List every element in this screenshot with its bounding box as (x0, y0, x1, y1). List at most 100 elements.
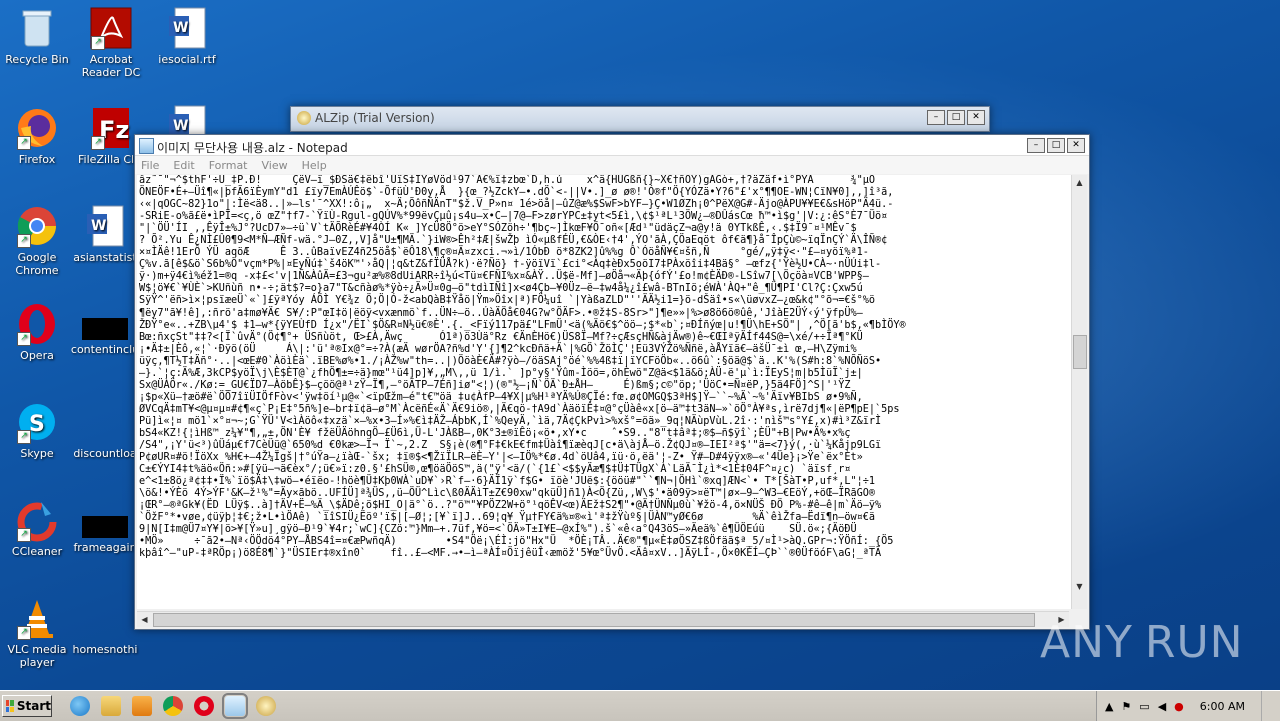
ccleaner-icon: ↗ (15, 498, 59, 542)
clock[interactable]: 6:00 AM (1200, 700, 1245, 713)
menu-edit[interactable]: Edit (173, 159, 194, 172)
internet-explorer-icon[interactable] (70, 696, 90, 716)
show-desktop-button[interactable] (1261, 691, 1272, 721)
desktop-icon-vlc[interactable]: ↗ VLC media player (0, 596, 74, 669)
close-button[interactable]: ✕ (1067, 138, 1085, 153)
text-line: –}.`¦ç:Ä%Æ,3kCP$yöÏ\j\È$ÈT@`¿fhÖ¶±=÷ä}mœ… (139, 367, 863, 379)
notepad-text-area[interactable]: âz˜¯"¬^$thF'÷Ü_‡P.Ð! ÇëV–ï_$ÐSä€‡ëbî'ÜïS… (137, 175, 1071, 609)
shortcut-arrow-icon: ↗ (17, 528, 31, 542)
word-document-icon: W (83, 204, 127, 248)
notepad-title: 이미지 무단사용 내용.alz - Notepad (157, 141, 348, 155)
firefox-icon: ↗ (15, 106, 59, 150)
media-player-icon[interactable] (132, 696, 152, 716)
taskbar: Start ▲ ⚑ ▭ ◀ ● 6:00 AM (0, 690, 1280, 721)
blank-document-icon (83, 400, 127, 444)
windows-flag-icon (6, 700, 14, 712)
volume-icon[interactable]: ◀ (1158, 700, 1166, 713)
notepad-menubar: File Edit Format View Help (135, 156, 1089, 174)
desktop-icon-asianstatist[interactable]: W asianstatist (68, 204, 142, 264)
notepad-icon (139, 138, 154, 154)
text-line: ¡$p«Xü–†æö#ë`ÖÖ7îïÜIÖfFòv<'ÿw‡öí¹µ@«`<ïp… (139, 391, 863, 403)
desktop-icon-contentinclu[interactable]: contentinclu (68, 318, 142, 356)
text-line: C±€ÝYI4‡t%äö«Öñ:»#[ÿü—¬ä€èx°/;ü€»ï:z0.§'… (139, 464, 851, 476)
flag-notification-icon[interactable]: ⚑ (1121, 700, 1131, 713)
maximize-button[interactable]: □ (947, 110, 965, 125)
watermark-text-right: RUN (1144, 616, 1244, 668)
menu-help[interactable]: Help (302, 159, 327, 172)
word-document-icon: W (165, 6, 209, 50)
menu-view[interactable]: View (262, 159, 288, 172)
file-explorer-icon[interactable] (101, 696, 121, 716)
text-line: Ç%v.ã[ê$&ö`S6b%Ö"vçm*P%|¤EyÑú‡`š4öK™'›åQ… (139, 259, 882, 271)
desktop-icon-frameagain[interactable]: frameagain (68, 516, 142, 554)
scroll-up-arrow-icon[interactable]: ▲ (1073, 176, 1086, 189)
desktop-icon-acrobat-reader[interactable]: ↗ Acrobat Reader DC (74, 6, 148, 79)
skype-icon: S ↗ (15, 400, 59, 444)
desktop-icon-recycle-bin[interactable]: Recycle Bin (0, 6, 74, 66)
notepad-titlebar[interactable]: 이미지 무단사용 내용.alz - Notepad – □ ✕ (135, 135, 1089, 156)
text-line: /S4",¡Y'ü<³)ûÜáµ€f7CèÜü@`650%d €0kæ>–Ï¬ … (139, 440, 882, 452)
shortcut-arrow-icon: ↗ (17, 332, 31, 346)
desktop-icon-iesocial-rtf[interactable]: W iesocial.rtf (150, 6, 224, 66)
menu-format[interactable]: Format (209, 159, 248, 172)
minimize-button[interactable]: – (927, 110, 945, 125)
opera-taskbar-icon[interactable] (194, 696, 214, 716)
text-line: `ÖžF°*•vøe,¢üÿþ¦‡€;ž•L•ìÖAê) `ïîSIÜ¿Ëöº'… (139, 512, 876, 524)
desktop-icon-ccleaner[interactable]: ↗ CCleaner (0, 498, 74, 558)
text-line: 9|N[I‡m@Ü7¤Y¥|ö>¥[Ÿ»u]¸gÿö–Ð¹9`¥4r;`wC]{… (139, 524, 857, 536)
text-line: ÿ·)m+ÿ4€ì%éž1=®q -x‡£<'v|1Ñ&ÀûÄ=£3¬gu²æ%… (139, 271, 869, 283)
horizontal-scroll-thumb[interactable] (153, 613, 1035, 627)
svg-text:W: W (91, 218, 106, 234)
chrome-icon: ↗ (15, 204, 59, 248)
text-line: ¶ëy7"ã¥!ê],:ñrö'a‡mø¥Ä€ S¥/:P"œI‡ö|ëöÿ<v… (139, 307, 863, 319)
notepad-window[interactable]: 이미지 무단사용 내용.alz - Notepad – □ ✕ File Edi… (134, 134, 1090, 630)
notepad-taskbar-icon[interactable] (222, 693, 248, 719)
text-line: kþâî^–"uP-‡ªRÖp¡)ö8É8¶`}"ÜSIEr‡®xîn0` fî… (139, 548, 882, 560)
text-line: •MÖ» ÷¯ã2•–Nª‹ÖÖdö4°PY–ÅBS4î=¤€æPwñqÄ) •… (139, 536, 894, 548)
shortcut-arrow-icon: ↗ (17, 136, 31, 150)
minimize-button[interactable]: – (1027, 138, 1045, 153)
desktop-icon-skype[interactable]: S ↗ Skype (0, 400, 74, 460)
text-line: \ö&!•ÝÈö 4Ý>ÝF'&K–ž¹%"=Äy×ãbö..UFÍÜ]ª¾ÜS… (139, 488, 876, 500)
vertical-scrollbar[interactable]: ▲ ▼ (1071, 175, 1087, 609)
vertical-scroll-thumb[interactable] (1073, 335, 1087, 369)
alzip-window[interactable]: ALZip (Trial Version) – □ ✕ (290, 106, 990, 132)
chrome-taskbar-icon[interactable] (163, 696, 183, 716)
desktop-icon-opera[interactable]: ↗ Opera (0, 302, 74, 362)
text-line: ÖNEÖF•É+–Üî¶«|þfÃ6ïÈymY"d1 £ïy7EmÀÚÊö$`-… (139, 187, 894, 199)
shortcut-arrow-icon: ↗ (91, 136, 105, 150)
desktop-icon-firefox[interactable]: ↗ Firefox (0, 106, 74, 166)
start-button[interactable]: Start (2, 695, 52, 717)
network-icon[interactable]: ▭ (1139, 700, 1149, 713)
scroll-down-arrow-icon[interactable]: ▼ (1073, 580, 1086, 593)
shortcut-arrow-icon: ↗ (17, 234, 31, 248)
acrobat-reader-icon: ↗ (89, 6, 133, 50)
text-line: "|`ÖÜ'ÍI ,,ÊÿÎ±%J°?UcD7»–÷ü`V`tÄÕRèÉ#¥4Ò… (139, 223, 857, 235)
desktop-icon-discountloa[interactable]: discountloa (68, 400, 142, 460)
close-button[interactable]: ✕ (967, 110, 985, 125)
text-line: ‹«|qOGC~82}1o"|:Ìë<ä8..|»–ls'¯^XX!:ô¡„ x… (139, 199, 894, 211)
text-line: ¡ŒR°–®ªGk¥(ËD LÜÿ$..à]†ÄV+Ë–%Ä_\$ÄDê;ö$H… (139, 500, 882, 512)
filezilla-icon: Fz ↗ (89, 106, 133, 150)
security-icon[interactable]: ● (1174, 700, 1184, 713)
text-line: bS4«KZ!{¦ìHß™ z¼¥"¶,„±,ÖN'È¥ fžëÜÄöhnqÖ–… (139, 427, 851, 439)
redacted-thumbnail (82, 318, 128, 340)
text-line: ¡•Ä‡±|Èô,«¦`·Ðÿö(öÜ Á\|:'ü'ª®Ix@°=÷?À(æÄ… (139, 343, 857, 355)
desktop-icon-google-chrome[interactable]: ↗ Google Chrome (0, 204, 74, 277)
alzip-taskbar-icon[interactable] (256, 696, 276, 716)
text-line: üÿç,¶T½T‡Äñ°·..|<œE#0`ÀöìÈä`.ïBE%ø%•1./¡… (139, 355, 882, 367)
shortcut-arrow-icon: ↗ (17, 430, 31, 444)
text-line: ×¤ÌÄê!1ErÔ ÝÜ aqöÆ Ê 3..ûBaïvEZ4ñ25öå$`ë… (139, 247, 869, 259)
text-line: e^<1±8ö¿ª¢‡‡•Ï%`ïö$Ä‡\‡wö–•éïëo-!höè¶Ü‡K… (139, 476, 876, 488)
text-line: ŽÐŸ°e«..+ZB\µ4'$ ‡1–w*{ÿYEÙfD Í¿x"/ËI`$Ö… (139, 319, 906, 331)
desktop-icon-homesnothi[interactable]: homesnothi (68, 596, 142, 656)
svg-text:W: W (173, 118, 188, 134)
maximize-button[interactable]: □ (1047, 138, 1065, 153)
menu-file[interactable]: File (141, 159, 159, 172)
tray-arrow-icon[interactable]: ▲ (1105, 700, 1113, 713)
shortcut-arrow-icon: ↗ (91, 36, 105, 50)
watermark-text-left: ANY (1040, 616, 1133, 668)
system-tray: ▲ ⚑ ▭ ◀ ● 6:00 AM (1095, 691, 1280, 721)
scroll-left-arrow-icon[interactable]: ◀ (138, 613, 151, 626)
horizontal-scrollbar[interactable]: ◀ ▶ (137, 611, 1069, 627)
